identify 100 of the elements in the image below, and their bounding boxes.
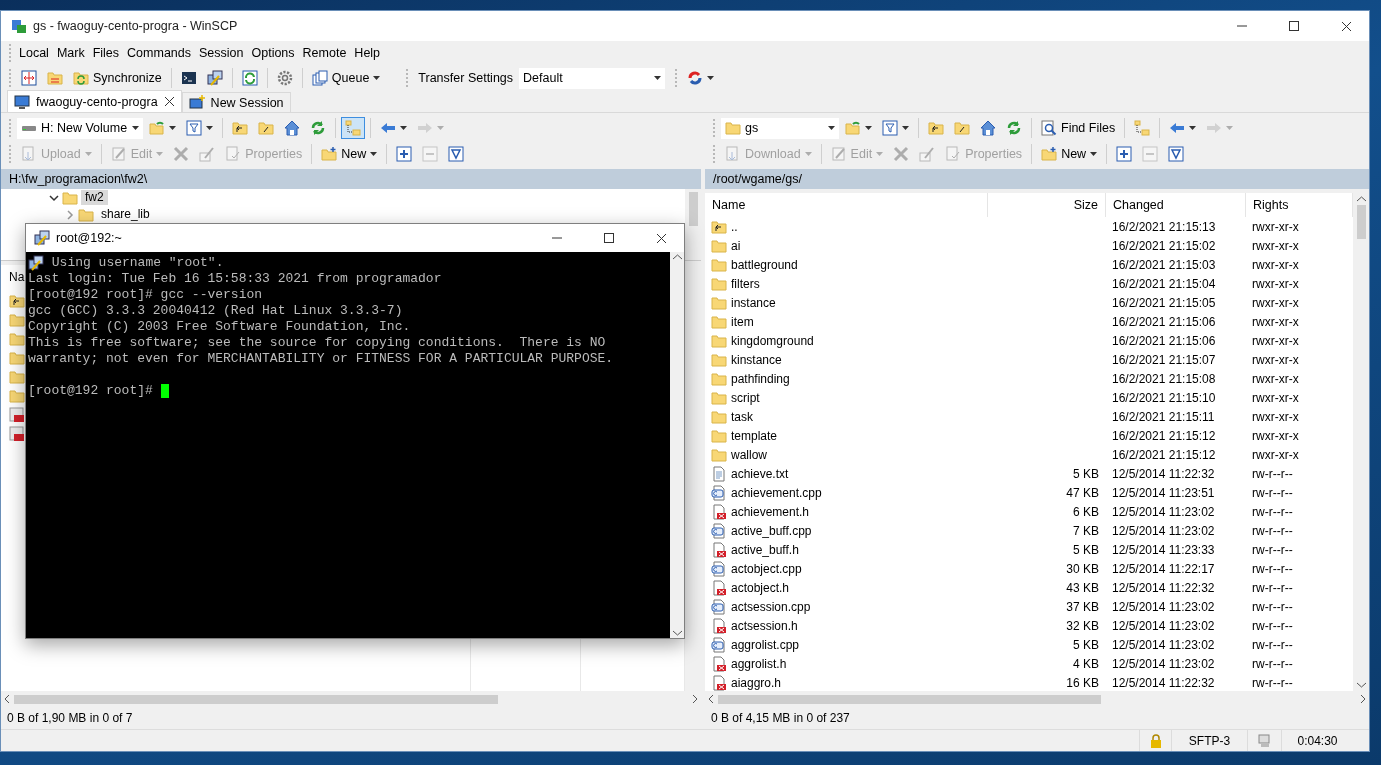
scrollbar-thumb[interactable] — [14, 694, 498, 704]
menu-item[interactable]: Commands — [123, 42, 195, 64]
scrollbar-thumb[interactable] — [1356, 205, 1366, 239]
app-icon — [11, 18, 27, 34]
folder-icon — [711, 294, 727, 311]
putty-icon — [34, 230, 50, 246]
file-row[interactable]: .. 16/2/2021 21:15:13 rwxr-xr-x — [705, 217, 1353, 236]
terminal-title: root@192:~ — [56, 231, 123, 245]
scrollbar[interactable] — [670, 252, 684, 638]
file-row[interactable]: achieve.txt 5 KB 12/5/2014 11:22:32 rw-r--r-- — [705, 464, 1353, 483]
file-row[interactable]: item 16/2/2021 21:15:06 rwxr-xr-x — [705, 312, 1353, 331]
new-button[interactable]: New — [1037, 143, 1102, 165]
scrollbar-thumb[interactable] — [688, 192, 698, 226]
tree-item[interactable]: fw2 — [81, 190, 108, 205]
caret-icon — [156, 152, 164, 156]
close-icon — [655, 232, 667, 244]
file-row[interactable]: actobject.h 43 KB 12/5/2014 11:22:32 rw-r--r-- — [705, 578, 1353, 597]
file-row[interactable]: aggrolist.h 4 KB 12/5/2014 11:23:02 rw-r--r-- — [705, 654, 1353, 673]
caret-icon — [828, 126, 835, 130]
chevron-down-icon[interactable] — [49, 192, 59, 203]
scroll-down-icon[interactable] — [672, 630, 682, 636]
file-row[interactable]: active_buff.cpp 7 KB 12/5/2014 11:23:02 rw-r--r-- — [705, 521, 1353, 540]
file-row[interactable]: task 16/2/2021 21:15:11 rwxr-xr-x — [705, 407, 1353, 426]
file-row[interactable]: kingdomground 16/2/2021 21:15:06 rwxr-xr-x — [705, 331, 1353, 350]
file-row[interactable]: filters 16/2/2021 21:15:04 rwxr-xr-x — [705, 274, 1353, 293]
file-row[interactable]: active_buff.h 5 KB 12/5/2014 11:23:33 rw-r--r-- — [705, 540, 1353, 559]
tree-item[interactable]: share_lib — [97, 207, 154, 222]
file-row[interactable]: actobject.cpp 30 KB 12/5/2014 11:22:17 rw-r--r-- — [705, 559, 1353, 578]
location-dropdown[interactable]: gs — [721, 117, 839, 139]
menu-item[interactable]: Local — [15, 42, 53, 64]
menu-item[interactable]: Mark — [52, 42, 89, 64]
column-header[interactable]: Changed — [1106, 193, 1246, 217]
caret-icon — [804, 152, 812, 156]
filter-icon — [882, 120, 898, 136]
terminal-line: warranty; not even for MERCHANTABILITY or FITNESS FOR A PARTICULAR PURPOSE. — [28, 351, 614, 367]
scroll-right-icon[interactable] — [692, 695, 698, 703]
caret-icon — [169, 126, 176, 130]
menu-item[interactable]: Help — [350, 42, 385, 64]
file-row[interactable]: pathfinding 16/2/2021 21:15:08 rwxr-xr-x — [705, 369, 1353, 388]
file-row[interactable]: actsession.h 32 KB 12/5/2014 11:23:02 rw-r--r-- — [705, 616, 1353, 635]
menu-item[interactable]: Remote — [298, 42, 351, 64]
chevron-right-icon[interactable] — [65, 209, 75, 220]
root-folder-icon — [954, 120, 970, 136]
file-row[interactable]: actsession.cpp 37 KB 12/5/2014 11:23:02 rw-r--r-- — [705, 597, 1353, 616]
folder-icon — [9, 388, 25, 404]
synchronize-button[interactable]: Synchronize — [69, 67, 166, 89]
folder-icon — [711, 427, 727, 444]
putty-icon — [206, 70, 223, 86]
maximize-icon — [1289, 21, 1299, 31]
file-row[interactable]: template 16/2/2021 21:15:12 rwxr-xr-x — [705, 426, 1353, 445]
filter-icon — [448, 146, 465, 162]
column-header[interactable]: Na — [1, 270, 25, 284]
file-row[interactable]: aiaggro.h 16 KB 12/5/2014 11:22:32 rw-r--r-- — [705, 673, 1353, 692]
panel-status: 0 B of 4,15 MB in 0 of 237 — [710, 710, 851, 727]
transfer-settings-label: Transfer Settings — [417, 71, 515, 85]
file-row[interactable]: achievement.cpp 47 KB 12/5/2014 11:23:51 rw-r--r-- — [705, 483, 1353, 502]
caret-icon — [437, 126, 444, 130]
menu-item[interactable]: Options — [247, 42, 299, 64]
menu-item[interactable]: Files — [88, 42, 124, 64]
header-file-icon — [711, 503, 727, 520]
file-row[interactable]: achievement.h 6 KB 12/5/2014 11:23:02 rw-r--r-- — [705, 502, 1353, 521]
cursor — [160, 384, 169, 398]
terminal-line: Copyright (C) 2003 Free Software Foundation, Inc. — [28, 319, 411, 335]
scrollbar-thumb[interactable] — [718, 694, 1101, 704]
file-row[interactable]: kinstance 16/2/2021 21:15:07 rwxr-xr-x — [705, 350, 1353, 369]
parent-folder-icon — [928, 120, 944, 136]
find-files-button[interactable]: Find Files — [1037, 117, 1120, 139]
caret-icon — [876, 152, 884, 156]
sync-folders-icon — [47, 70, 63, 86]
scrollbar[interactable] — [685, 189, 701, 260]
parent-folder-icon — [9, 293, 25, 309]
column-header[interactable]: Size — [988, 193, 1106, 217]
file-row[interactable]: aggrolist.cpp 5 KB 12/5/2014 11:23:02 rw-r--r-- — [705, 635, 1353, 654]
new-button[interactable]: New — [317, 143, 382, 165]
queue-button[interactable]: Queue — [307, 67, 385, 89]
terminal-line: [root@192 root]# gcc --version — [28, 287, 263, 303]
scroll-right-icon[interactable] — [1360, 695, 1366, 703]
file-row[interactable]: script 16/2/2021 21:15:10 rwxr-xr-x — [705, 388, 1353, 407]
file-row[interactable]: wallow 16/2/2021 21:15:12 rwxr-xr-x — [705, 445, 1353, 464]
scroll-up-icon[interactable] — [672, 254, 682, 260]
tree-icon — [1134, 120, 1151, 136]
compare-icon — [21, 70, 37, 86]
scroll-down-icon[interactable] — [1356, 682, 1366, 688]
file-row[interactable]: ai 16/2/2021 21:15:02 rwxr-xr-x — [705, 236, 1353, 255]
column-header[interactable]: Name — [705, 193, 988, 217]
session-tab[interactable]: fwaoguy-cento-progra — [7, 90, 182, 112]
scroll-left-icon[interactable] — [4, 695, 10, 703]
tree-toggle-button[interactable] — [341, 117, 365, 139]
menu-item[interactable]: Session — [195, 42, 248, 64]
session-tab[interactable]: New Session — [181, 92, 291, 112]
plus-icon — [396, 146, 413, 162]
sync-folders-icon — [73, 70, 89, 86]
window-title: gs - fwaoguy-cento-progra - WinSCP — [33, 19, 239, 33]
caret-icon — [132, 126, 139, 130]
file-row[interactable]: instance 16/2/2021 21:15:05 rwxr-xr-x — [705, 293, 1353, 312]
file-row[interactable]: battleground 16/2/2021 21:15:03 rwxr-xr-x — [705, 255, 1353, 274]
scroll-up-icon[interactable] — [1356, 196, 1366, 202]
scroll-left-icon[interactable] — [708, 695, 714, 703]
location-dropdown[interactable]: H: New Volume — [17, 117, 143, 139]
transfer-settings-dropdown[interactable]: Default — [519, 67, 666, 89]
